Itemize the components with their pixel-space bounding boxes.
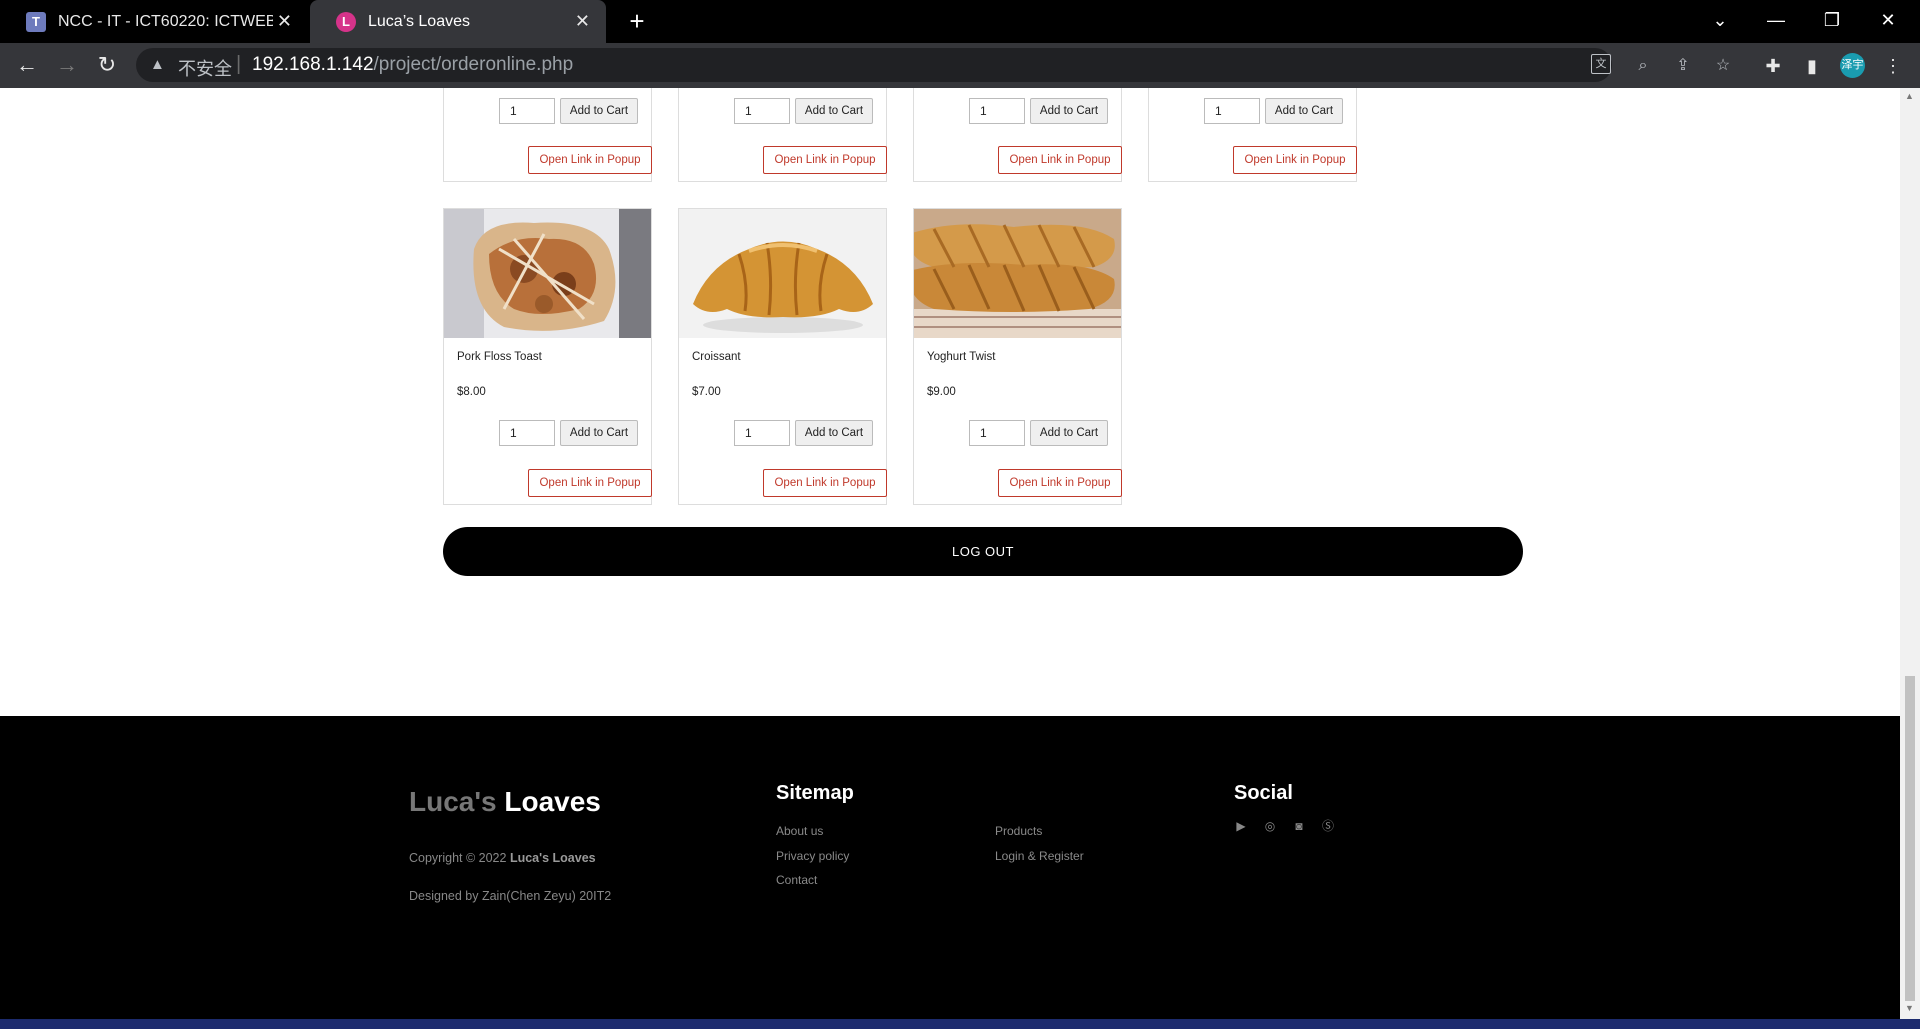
- url-path: /project/orderonline.php: [373, 54, 574, 75]
- brand-second: Loaves: [504, 786, 601, 817]
- scrollbar-thumb[interactable]: [1905, 676, 1915, 1001]
- warning-icon: ▲: [150, 56, 165, 73]
- product-image[interactable]: [679, 209, 886, 338]
- product-price: $9.00: [927, 386, 956, 398]
- open-popup-button[interactable]: Open Link in Popup: [1233, 146, 1357, 174]
- tab-title: Luca’s Loaves: [368, 12, 470, 30]
- product-name: Yoghurt Twist: [927, 351, 996, 363]
- product-price: $7.00: [692, 386, 721, 398]
- extensions-icon[interactable]: ✚: [1762, 55, 1784, 77]
- copyright-text: Copyright © 2022 Luca's Loaves: [409, 851, 596, 865]
- tab-strip: T NCC - IT - ICT60220: ICTWEB5 ✕ L Luca’…: [0, 0, 1920, 43]
- product-card: 1 Add to Cart Open Link in Popup: [678, 88, 887, 182]
- copyright-prefix: Copyright © 2022: [409, 851, 507, 865]
- back-icon[interactable]: ←: [11, 49, 43, 81]
- side-panel-icon[interactable]: ▮: [1801, 55, 1823, 77]
- reload-icon[interactable]: ↻: [91, 49, 123, 81]
- minimize-button[interactable]: —: [1748, 0, 1804, 43]
- share-icon[interactable]: ⇪: [1672, 55, 1694, 77]
- footer-link-login-register[interactable]: Login & Register: [995, 849, 1084, 863]
- forward-icon[interactable]: →: [51, 49, 83, 81]
- footer-brand[interactable]: Luca's Loaves: [409, 786, 601, 818]
- add-to-cart-button[interactable]: Add to Cart: [1030, 420, 1108, 446]
- url-host: 192.168.1.142: [252, 54, 374, 75]
- url-text[interactable]: 192.168.1.142/project/orderonline.php: [252, 54, 573, 76]
- tab-favicon-icon: T: [26, 11, 46, 32]
- tab-lucas-loaves[interactable]: L Luca’s Loaves ✕: [310, 0, 606, 43]
- sitemap-title: Sitemap: [776, 782, 854, 804]
- add-to-cart-button[interactable]: Add to Cart: [560, 420, 638, 446]
- open-popup-button[interactable]: Open Link in Popup: [763, 469, 887, 497]
- tab-title: NCC - IT - ICT60220: ICTWEB5: [58, 12, 273, 30]
- open-popup-button[interactable]: Open Link in Popup: [998, 146, 1122, 174]
- close-window-button[interactable]: ✕: [1860, 0, 1916, 43]
- product-card: 1 Add to Cart Open Link in Popup: [1148, 88, 1357, 182]
- instagram-icon[interactable]: ◙: [1292, 819, 1306, 833]
- tab-ncc[interactable]: T NCC - IT - ICT60220: ICTWEB5 ✕: [0, 0, 308, 43]
- open-popup-button[interactable]: Open Link in Popup: [528, 469, 652, 497]
- bookmark-star-icon[interactable]: ☆: [1712, 55, 1734, 77]
- restore-button[interactable]: ❐: [1804, 0, 1860, 43]
- page-viewport: 1 Add to Cart Open Link in Popup 1 Add t…: [0, 88, 1900, 1019]
- quantity-input[interactable]: 1: [969, 420, 1025, 446]
- add-to-cart-button[interactable]: Add to Cart: [795, 420, 873, 446]
- close-tab-icon[interactable]: ✕: [575, 11, 590, 32]
- logout-button[interactable]: LOG OUT: [443, 527, 1523, 576]
- product-image[interactable]: [908, 209, 1121, 338]
- whatsapp-icon[interactable]: ◎: [1263, 819, 1277, 833]
- footer-link-privacy-policy[interactable]: Privacy policy: [776, 849, 849, 863]
- security-label[interactable]: 不安全: [178, 55, 232, 81]
- add-to-cart-button[interactable]: Add to Cart: [560, 98, 638, 124]
- youtube-icon[interactable]: ▶: [1234, 819, 1248, 833]
- scroll-up-icon[interactable]: ▲: [1905, 91, 1914, 101]
- product-name: Pork Floss Toast: [457, 351, 542, 363]
- site-footer: Luca's Loaves Copyright © 2022 Luca's Lo…: [0, 716, 1900, 1019]
- product-card-pork-floss-toast: Pork Floss Toast $8.00 1 Add to Cart Ope…: [443, 208, 652, 505]
- quantity-input[interactable]: 1: [969, 98, 1025, 124]
- product-name: Croissant: [692, 351, 741, 363]
- footer-link-about-us[interactable]: About us: [776, 824, 823, 838]
- copyright-name: Luca's Loaves: [509, 851, 596, 865]
- product-price: $8.00: [457, 386, 486, 398]
- quantity-input[interactable]: 1: [499, 420, 555, 446]
- social-title: Social: [1234, 782, 1293, 804]
- quantity-input[interactable]: 1: [734, 420, 790, 446]
- product-card: 1 Add to Cart Open Link in Popup: [913, 88, 1122, 182]
- quantity-input[interactable]: 1: [499, 98, 555, 124]
- add-to-cart-button[interactable]: Add to Cart: [1030, 98, 1108, 124]
- new-tab-button[interactable]: +: [622, 6, 652, 36]
- menu-icon[interactable]: ⋮: [1882, 55, 1904, 77]
- quantity-input[interactable]: 1: [734, 98, 790, 124]
- avatar[interactable]: 泽宇: [1840, 53, 1865, 78]
- quantity-input[interactable]: 1: [1204, 98, 1260, 124]
- open-popup-button[interactable]: Open Link in Popup: [998, 469, 1122, 497]
- footer-link-products[interactable]: Products: [995, 824, 1042, 838]
- product-card-croissant: Croissant $7.00 1 Add to Cart Open Link …: [678, 208, 887, 505]
- product-image[interactable]: [444, 209, 651, 338]
- close-tab-icon[interactable]: ✕: [277, 11, 292, 32]
- designer-credit: Designed by Zain(Chen Zeyu) 20IT2: [409, 889, 612, 903]
- open-popup-button[interactable]: Open Link in Popup: [763, 146, 887, 174]
- footer-link-contact[interactable]: Contact: [776, 873, 817, 887]
- open-popup-button[interactable]: Open Link in Popup: [528, 146, 652, 174]
- skype-icon[interactable]: Ⓢ: [1321, 819, 1335, 833]
- translate-icon[interactable]: 文: [1591, 54, 1611, 74]
- tab-search-icon[interactable]: ⌄: [1692, 0, 1748, 43]
- address-separator: |: [236, 53, 242, 75]
- brand-first: Luca's: [409, 786, 497, 817]
- product-card: 1 Add to Cart Open Link in Popup: [443, 88, 652, 182]
- scroll-down-icon[interactable]: ▼: [1905, 1003, 1914, 1013]
- add-to-cart-button[interactable]: Add to Cart: [795, 98, 873, 124]
- product-card-yoghurt-twist: Yoghurt Twist $9.00 1 Add to Cart Open L…: [908, 208, 1122, 505]
- tab-favicon-icon: L: [336, 11, 356, 32]
- os-taskbar: [0, 1019, 1920, 1029]
- add-to-cart-button[interactable]: Add to Cart: [1265, 98, 1343, 124]
- address-bar[interactable]: ▲ 不安全 | 192.168.1.142/project/orderonlin…: [136, 48, 1730, 82]
- page-scrollbar[interactable]: ▲ ▼: [1900, 88, 1920, 1019]
- zoom-icon[interactable]: ⌕: [1632, 55, 1654, 77]
- browser-toolbar: ← → ↻ ▲ 不安全 | 192.168.1.142/project/orde…: [0, 43, 1920, 88]
